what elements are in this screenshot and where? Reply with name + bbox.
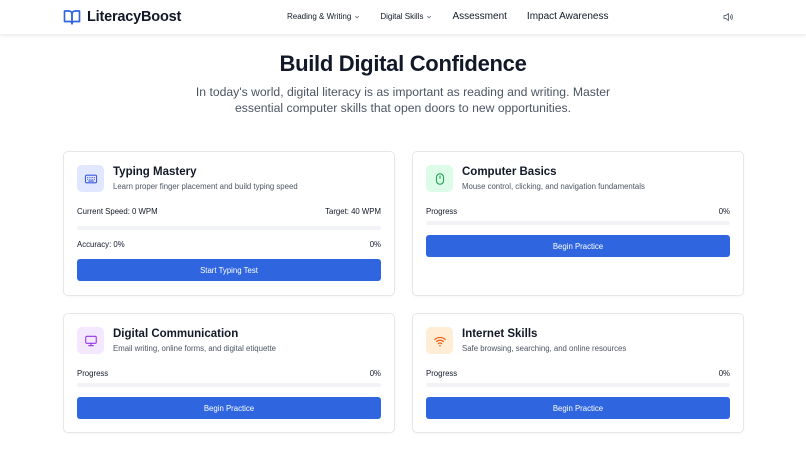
brand[interactable]: LiteracyBoost — [63, 8, 181, 26]
progress-bar — [426, 383, 730, 387]
nav-links: Reading & Writing Digital Skills Assessm… — [287, 11, 608, 22]
progress-label: Progress — [77, 369, 109, 378]
card-description: Safe browsing, searching, and online res… — [462, 344, 627, 353]
begin-practice-button[interactable]: Begin Practice — [426, 235, 730, 257]
target-speed: Target: 40 WPM — [325, 207, 381, 216]
progress-row: Progress 0% — [426, 207, 730, 216]
progress-value: 0% — [718, 207, 730, 216]
card-description: Mouse control, clicking, and navigation … — [462, 182, 645, 191]
communication-icon-badge — [77, 327, 104, 354]
accuracy-row: Accuracy: 0% 0% — [77, 240, 381, 249]
speaker-icon[interactable] — [722, 11, 734, 23]
nav-digital-skills[interactable]: Digital Skills — [380, 12, 432, 21]
progress-row: Progress 0% — [426, 369, 730, 378]
begin-practice-button[interactable]: Begin Practice — [77, 397, 381, 419]
page-subtitle: In today's world, digital literacy is as… — [195, 85, 611, 115]
typing-mastery-card: Typing Mastery Learn proper finger place… — [63, 151, 395, 296]
card-title: Computer Basics — [462, 166, 557, 178]
progress-bar — [77, 383, 381, 387]
top-navbar: LiteracyBoost Reading & Writing Digital … — [0, 0, 806, 35]
nav-impact-awareness[interactable]: Impact Awareness — [527, 11, 609, 22]
progress-label: Progress — [426, 369, 458, 378]
digital-communication-card: Digital Communication Email writing, onl… — [63, 313, 395, 433]
mouse-icon — [435, 172, 444, 185]
chevron-down-icon — [355, 15, 360, 18]
brand-name: LiteracyBoost — [87, 9, 182, 25]
card-description: Email writing, online forms, and digital… — [113, 344, 276, 353]
accuracy-label: Accuracy: 0% — [77, 240, 125, 249]
basics-icon-badge — [426, 165, 453, 192]
progress-value: 0% — [369, 369, 381, 378]
current-speed: Current Speed: 0 WPM — [77, 207, 158, 216]
nav-digital-skills-label: Digital Skills — [380, 12, 424, 21]
start-typing-test-button[interactable]: Start Typing Test — [77, 259, 381, 281]
keyboard-icon — [84, 174, 97, 183]
progress-row: Progress 0% — [77, 369, 381, 378]
nav-reading-writing[interactable]: Reading & Writing — [287, 12, 360, 21]
chevron-down-icon — [427, 15, 432, 18]
nav-assessment[interactable]: Assessment — [452, 11, 506, 22]
monitor-icon — [84, 335, 97, 346]
card-title: Digital Communication — [113, 328, 239, 340]
card-description: Learn proper finger placement and build … — [113, 182, 298, 191]
accuracy-value: 0% — [369, 240, 381, 249]
progress-label: Progress — [426, 207, 458, 216]
begin-practice-button[interactable]: Begin Practice — [426, 397, 730, 419]
progress-bar — [426, 221, 730, 225]
card-title: Internet Skills — [462, 328, 538, 340]
open-book-icon — [63, 10, 81, 25]
speed-progress-bar — [77, 226, 381, 230]
card-title: Typing Mastery — [113, 166, 197, 178]
progress-value: 0% — [718, 369, 730, 378]
internet-skills-card: Internet Skills Safe browsing, searching… — [412, 313, 744, 433]
typing-icon-badge — [77, 165, 104, 192]
nav-reading-writing-label: Reading & Writing — [287, 12, 352, 21]
speed-row: Current Speed: 0 WPM Target: 40 WPM — [77, 207, 381, 216]
computer-basics-card: Computer Basics Mouse control, clicking,… — [412, 151, 744, 296]
page-title: Build Digital Confidence — [279, 51, 527, 76]
internet-icon-badge — [426, 327, 453, 354]
wifi-icon — [433, 336, 446, 346]
